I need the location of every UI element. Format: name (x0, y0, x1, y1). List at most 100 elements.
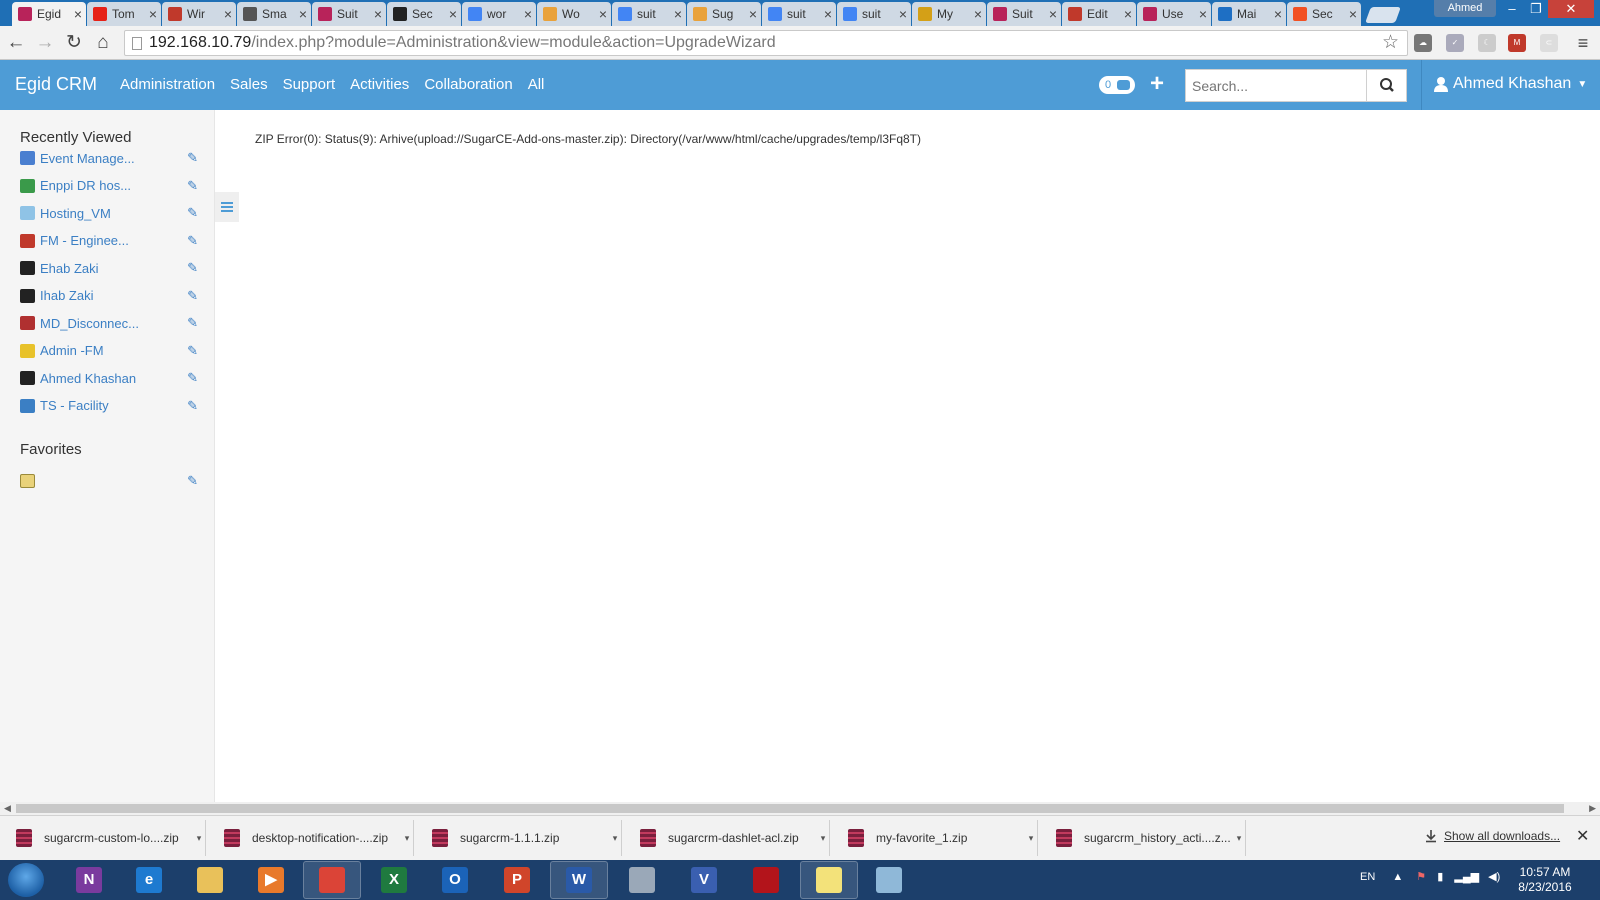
tab-close-icon[interactable]: × (824, 6, 832, 22)
network-icon[interactable]: ▮ (1437, 871, 1443, 883)
browser-tab[interactable]: Tom × (87, 2, 161, 26)
language-indicator[interactable]: EN (1360, 871, 1375, 883)
tab-close-icon[interactable]: × (749, 6, 757, 22)
taskbar-app[interactable]: O (426, 861, 484, 899)
recently-viewed-item[interactable]: Ihab Zaki ✎ (20, 286, 198, 306)
browser-tab[interactable]: Mai × (1212, 2, 1286, 26)
clock[interactable]: 10:57 AM 8/23/2016 (1510, 865, 1580, 895)
download-item[interactable]: sugarcrm-dashlet-acl.zip ▾ (628, 820, 830, 856)
download-menu-caret-icon[interactable]: ▾ (609, 833, 621, 844)
recently-viewed-label[interactable]: Admin -FM (40, 343, 187, 358)
close-icon[interactable]: ✕ (1576, 826, 1589, 846)
edit-pencil-icon[interactable]: ✎ (187, 288, 198, 304)
menu-item-activities[interactable]: Activities (350, 76, 409, 93)
browser-tab[interactable]: Sec × (1287, 2, 1361, 26)
taskbar-app[interactable]: V (675, 861, 733, 899)
menu-item-support[interactable]: Support (283, 76, 336, 93)
taskbar-app[interactable] (303, 861, 361, 899)
browser-tab[interactable]: wor × (462, 2, 536, 26)
browser-tab[interactable]: Sma × (237, 2, 311, 26)
download-item[interactable]: my-favorite_1.zip ▾ (836, 820, 1038, 856)
tab-close-icon[interactable]: × (599, 6, 607, 22)
flag-icon[interactable]: ⚑ (1416, 871, 1426, 883)
profile-button[interactable]: Ahmed (1434, 0, 1496, 17)
signal-icon[interactable]: ▂▄▆ (1454, 871, 1479, 883)
search-button[interactable] (1366, 70, 1406, 101)
edit-pencil-icon[interactable]: ✎ (187, 178, 198, 194)
gmail-extension-icon[interactable]: M (1508, 34, 1526, 52)
reload-button[interactable]: ↻ (63, 32, 85, 54)
recently-viewed-item[interactable]: MD_Disconnec... ✎ (20, 313, 198, 333)
download-menu-caret-icon[interactable]: ▾ (817, 833, 829, 844)
user-menu[interactable]: Ahmed Khashan ▼ (1433, 75, 1587, 93)
search-input[interactable] (1186, 70, 1366, 101)
recently-viewed-item[interactable]: Enppi DR hos... ✎ (20, 176, 198, 196)
start-button[interactable] (8, 863, 44, 897)
tab-close-icon[interactable]: × (1124, 6, 1132, 22)
edit-pencil-icon[interactable]: ✎ (187, 315, 198, 331)
tab-close-icon[interactable]: × (1274, 6, 1282, 22)
home-button[interactable]: ⌂ (92, 32, 114, 54)
taskbar-app[interactable]: X (365, 861, 423, 899)
recently-viewed-item[interactable]: Ahmed Khashan ✎ (20, 368, 198, 388)
tab-close-icon[interactable]: × (74, 6, 82, 22)
browser-tab[interactable]: Suit × (312, 2, 386, 26)
menu-item-administration[interactable]: Administration (120, 76, 215, 93)
recently-viewed-label[interactable]: Enppi DR hos... (40, 178, 187, 193)
tab-close-icon[interactable]: × (899, 6, 907, 22)
edit-pencil-icon[interactable]: ✎ (187, 370, 198, 386)
sidebar-toggle[interactable] (215, 192, 239, 222)
brand-logo[interactable]: Egid CRM (15, 74, 97, 95)
show-all-downloads-link[interactable]: Show all downloads... (1444, 829, 1560, 843)
taskbar-app[interactable] (737, 861, 795, 899)
taskbar-app[interactable]: N (60, 861, 118, 899)
edit-pencil-icon[interactable]: ✎ (187, 473, 198, 489)
download-item[interactable]: sugarcrm_history_acti....z... ▾ (1044, 820, 1246, 856)
download-menu-caret-icon[interactable]: ▾ (1025, 833, 1037, 844)
quick-create-icon[interactable]: + (1150, 70, 1164, 98)
download-item[interactable]: desktop-notification-....zip ▾ (212, 820, 414, 856)
recently-viewed-label[interactable]: FM - Enginee... (40, 233, 187, 248)
edit-pencil-icon[interactable]: ✎ (187, 398, 198, 414)
tab-close-icon[interactable]: × (974, 6, 982, 22)
tab-close-icon[interactable]: × (674, 6, 682, 22)
recently-viewed-label[interactable]: Ehab Zaki (40, 261, 187, 276)
favorites-item[interactable]: ✎ (20, 471, 198, 491)
browser-tab[interactable]: Edit × (1062, 2, 1136, 26)
tab-close-icon[interactable]: × (1049, 6, 1057, 22)
download-menu-caret-icon[interactable]: ▾ (401, 833, 413, 844)
browser-tab[interactable]: Egid × (12, 2, 86, 26)
recently-viewed-label[interactable]: Ahmed Khashan (40, 371, 187, 386)
taskbar-app[interactable]: ▶ (242, 861, 300, 899)
new-tab-button[interactable] (1365, 7, 1401, 23)
taskbar-app[interactable] (860, 861, 918, 899)
edit-pencil-icon[interactable]: ✎ (187, 150, 198, 166)
recently-viewed-item[interactable]: FM - Enginee... ✎ (20, 231, 198, 251)
extension-cloud-icon[interactable]: ☁ (1414, 34, 1432, 52)
recently-viewed-label[interactable]: MD_Disconnec... (40, 316, 187, 331)
tab-close-icon[interactable]: × (1349, 6, 1357, 22)
restore-button[interactable]: ❐ (1524, 0, 1548, 18)
edit-pencil-icon[interactable]: ✎ (187, 343, 198, 359)
browser-tab[interactable]: suit × (612, 2, 686, 26)
window-close-button[interactable]: ✕ (1548, 0, 1594, 18)
taskbar-app[interactable]: e (120, 861, 178, 899)
chrome-menu-icon[interactable]: ≡ (1572, 32, 1594, 54)
recently-viewed-label[interactable]: Hosting_VM (40, 206, 187, 221)
recently-viewed-item[interactable]: Event Manage... ✎ (20, 148, 198, 168)
tab-close-icon[interactable]: × (149, 6, 157, 22)
menu-item-sales[interactable]: Sales (230, 76, 268, 93)
edit-pencil-icon[interactable]: ✎ (187, 233, 198, 249)
minimize-button[interactable]: – (1500, 0, 1524, 18)
recently-viewed-label[interactable]: Event Manage... (40, 151, 187, 166)
tab-close-icon[interactable]: × (374, 6, 382, 22)
browser-tab[interactable]: My × (912, 2, 986, 26)
download-item[interactable]: sugarcrm-1.1.1.zip ▾ (420, 820, 622, 856)
taskbar-app[interactable] (181, 861, 239, 899)
horizontal-scrollbar[interactable]: ◀ ▶ (0, 802, 1600, 815)
browser-tab[interactable]: Sec × (387, 2, 461, 26)
tray-expand-icon[interactable]: ▲ (1392, 871, 1403, 883)
browser-tab[interactable]: Wir × (162, 2, 236, 26)
download-menu-caret-icon[interactable]: ▾ (1233, 833, 1245, 844)
extension-pocket-icon[interactable]: ✓ (1446, 34, 1464, 52)
